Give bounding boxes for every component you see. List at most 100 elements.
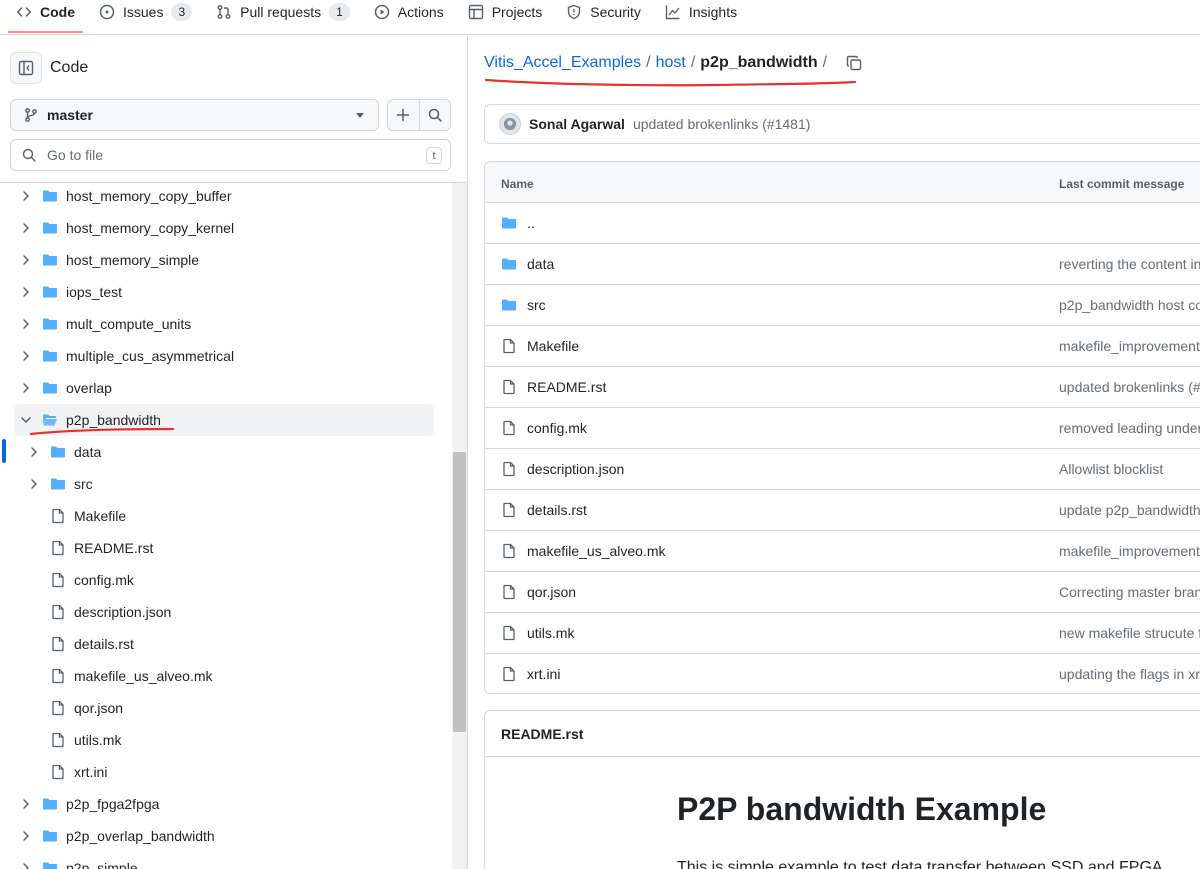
expand-toggle[interactable] xyxy=(18,188,34,204)
file-name-link[interactable]: details.rst xyxy=(527,502,587,518)
table-row[interactable]: description.json Allowlist blocklist xyxy=(485,449,1200,490)
readme-tab[interactable]: README.rst xyxy=(485,711,1200,757)
plus-icon xyxy=(397,108,410,122)
add-file-button[interactable] xyxy=(388,100,419,130)
tree-folder-item[interactable]: p2p_bandwidth xyxy=(14,404,434,436)
file-name-link[interactable]: src xyxy=(527,297,546,313)
graph-icon xyxy=(665,5,680,20)
expand-toggle[interactable] xyxy=(18,252,34,268)
commit-message-link[interactable]: Allowlist blocklist xyxy=(1059,461,1163,477)
file-name-link[interactable]: xrt.ini xyxy=(527,666,560,682)
tab-insights[interactable]: Insights xyxy=(665,0,737,24)
tree-file-item[interactable]: Makefile xyxy=(0,500,440,532)
table-row[interactable]: qor.json Correcting master bran xyxy=(485,572,1200,613)
collapse-sidebar-button[interactable] xyxy=(10,52,42,84)
commit-message-link[interactable]: update p2p_bandwidth xyxy=(1059,502,1200,518)
commit-message-link[interactable]: makefile_improvement xyxy=(1059,338,1200,354)
tree-folder-item[interactable]: overlap xyxy=(0,372,440,404)
file-name-link[interactable]: qor.json xyxy=(527,584,576,600)
tree-folder-item[interactable]: data xyxy=(0,436,440,468)
tree-folder-item[interactable]: host_memory_copy_buffer xyxy=(0,183,440,212)
expand-toggle[interactable] xyxy=(18,348,34,364)
expand-toggle[interactable] xyxy=(26,476,42,492)
tree-file-item[interactable]: config.mk xyxy=(0,564,440,596)
commit-message-link[interactable]: Correcting master bran xyxy=(1059,584,1200,600)
expand-toggle[interactable] xyxy=(18,380,34,396)
tree-file-item[interactable]: xrt.ini xyxy=(0,756,440,788)
file-icon-wrap xyxy=(50,572,66,588)
file-name-link[interactable]: .. xyxy=(527,215,535,231)
branch-selector[interactable]: master xyxy=(10,99,379,131)
commit-message-link[interactable]: removed leading under xyxy=(1059,420,1200,436)
commit-message-link[interactable]: updated brokenlinks (# xyxy=(1059,379,1200,395)
expand-toggle[interactable] xyxy=(26,444,42,460)
copy-path-button[interactable] xyxy=(846,55,862,71)
file-name-link[interactable]: utils.mk xyxy=(527,625,574,641)
table-row[interactable]: utils.mk new makefile strucute f xyxy=(485,613,1200,654)
tree-folder-item[interactable]: p2p_simple xyxy=(0,852,440,869)
tree-folder-item[interactable]: mult_compute_units xyxy=(0,308,440,340)
commit-message-link[interactable]: reverting the content in xyxy=(1059,256,1200,272)
file-name-link[interactable]: data xyxy=(527,256,554,272)
commit-author[interactable]: Sonal Agarwal xyxy=(529,116,625,132)
tree-folder-item[interactable]: p2p_fpga2fpga xyxy=(0,788,440,820)
expand-toggle[interactable] xyxy=(18,796,34,812)
table-row[interactable]: .. xyxy=(485,203,1200,244)
tree-folder-item[interactable]: iops_test xyxy=(0,276,440,308)
table-row[interactable]: README.rst updated brokenlinks (# xyxy=(485,367,1200,408)
tree-file-item[interactable]: details.rst xyxy=(0,628,440,660)
table-row[interactable]: config.mk removed leading under xyxy=(485,408,1200,449)
tree-folder-item[interactable]: host_memory_simple xyxy=(0,244,440,276)
commit-message[interactable]: updated brokenlinks (#1481) xyxy=(633,116,810,132)
table-row[interactable]: Makefile makefile_improvement xyxy=(485,326,1200,367)
tab-code[interactable]: Code xyxy=(8,0,83,33)
tree-folder-item[interactable]: host_memory_copy_kernel xyxy=(0,212,440,244)
table-row[interactable]: data reverting the content in xyxy=(485,244,1200,285)
avatar[interactable] xyxy=(499,113,521,135)
tab-projects[interactable]: Projects xyxy=(468,0,542,24)
file-name-link[interactable]: config.mk xyxy=(527,420,587,436)
tree-file-item[interactable]: qor.json xyxy=(0,692,440,724)
tree-folder-item[interactable]: multiple_cus_asymmetrical xyxy=(0,340,440,372)
tree-file-item[interactable]: README.rst xyxy=(0,532,440,564)
table-row[interactable]: makefile_us_alveo.mk makefile_improvement xyxy=(485,531,1200,572)
breadcrumb-repo-link[interactable]: Vitis_Accel_Examples xyxy=(484,54,641,72)
tab-pull-requests[interactable]: Pull requests 1 xyxy=(216,0,350,24)
file-name-link[interactable]: Makefile xyxy=(527,338,579,354)
commit-message-link[interactable]: updating the flags in xr xyxy=(1059,666,1200,682)
tree-folder-item[interactable]: p2p_overlap_bandwidth xyxy=(0,820,440,852)
tree-file-item[interactable]: utils.mk xyxy=(0,724,440,756)
table-row[interactable]: details.rst update p2p_bandwidth xyxy=(485,490,1200,531)
tree-item-label: makefile_us_alveo.mk xyxy=(74,668,213,684)
table-row[interactable]: src p2p_bandwidth host co xyxy=(485,285,1200,326)
table-row[interactable]: xrt.ini updating the flags in xr xyxy=(485,654,1200,693)
tree-file-item[interactable]: makefile_us_alveo.mk xyxy=(0,660,440,692)
breadcrumb-dir-link[interactable]: host xyxy=(656,54,686,72)
tab-security[interactable]: Security xyxy=(566,0,641,24)
expand-toggle[interactable] xyxy=(18,860,34,869)
expand-toggle[interactable] xyxy=(18,828,34,844)
go-to-file-placeholder: Go to file xyxy=(47,147,104,163)
tree-scrollbar-thumb[interactable] xyxy=(453,452,466,732)
file-icon-wrap xyxy=(50,700,66,716)
file-icon xyxy=(52,732,64,748)
expand-toggle[interactable] xyxy=(18,412,34,428)
file-name-link[interactable]: makefile_us_alveo.mk xyxy=(527,543,666,559)
row-icon xyxy=(501,297,517,313)
file-name-link[interactable]: README.rst xyxy=(527,379,606,395)
tab-issues[interactable]: Issues 3 xyxy=(99,0,193,24)
commit-message-link[interactable]: new makefile strucute f xyxy=(1059,625,1200,641)
commit-message-link[interactable]: makefile_improvement xyxy=(1059,543,1200,559)
go-to-file-input[interactable]: Go to file t xyxy=(10,139,451,171)
expand-toggle[interactable] xyxy=(18,316,34,332)
search-button[interactable] xyxy=(418,100,450,130)
expand-toggle[interactable] xyxy=(18,284,34,300)
tab-actions[interactable]: Actions xyxy=(374,0,444,24)
tree-file-item[interactable]: description.json xyxy=(0,596,440,628)
file-icon xyxy=(503,338,515,354)
commit-message-link[interactable]: p2p_bandwidth host co xyxy=(1059,297,1200,313)
file-name-link[interactable]: description.json xyxy=(527,461,624,477)
expand-toggle[interactable] xyxy=(18,220,34,236)
tree-folder-item[interactable]: src xyxy=(0,468,440,500)
file-icon xyxy=(52,508,64,524)
